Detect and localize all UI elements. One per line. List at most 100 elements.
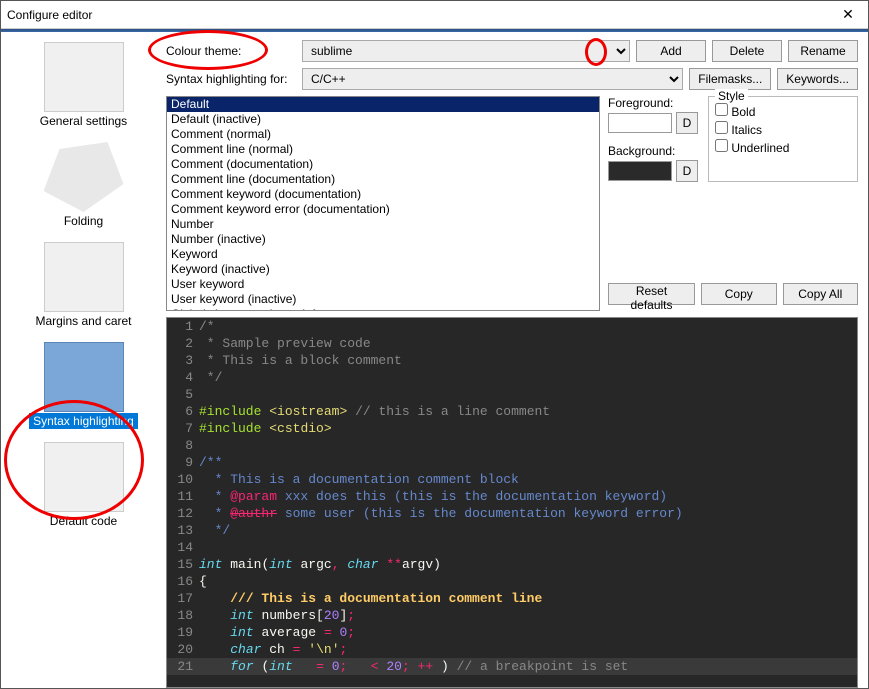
sidebar: General settings Folding Margins and car… xyxy=(1,32,166,688)
colour-theme-select[interactable]: sublime xyxy=(302,40,630,62)
code-line: 6#include <iostream> // this is a line c… xyxy=(167,403,857,420)
line-number: 2 xyxy=(167,335,199,352)
filemasks-button[interactable]: Filemasks... xyxy=(689,68,771,90)
line-number: 13 xyxy=(167,522,199,539)
code-text xyxy=(199,437,857,454)
line-number: 6 xyxy=(167,403,199,420)
fold-icon xyxy=(44,142,124,212)
code-line: 12 * @authr some user (this is the docum… xyxy=(167,505,857,522)
syntax-item[interactable]: User keyword (inactive) xyxy=(167,292,599,307)
line-number: 11 xyxy=(167,488,199,505)
colors-row: Foreground: D Background: D xyxy=(608,96,858,182)
copy-button[interactable]: Copy xyxy=(701,283,777,305)
page-icon xyxy=(44,42,124,112)
code-line: 20 char ch = '\n'; xyxy=(167,641,857,658)
code-line: 3 * This is a block comment xyxy=(167,352,857,369)
line-number: 8 xyxy=(167,437,199,454)
code-text: * @authr some user (this is the document… xyxy=(199,505,857,522)
syntax-item[interactable]: Comment line (normal) xyxy=(167,142,599,157)
style-legend: Style xyxy=(715,89,748,103)
line-number: 21 xyxy=(167,658,199,675)
background-swatch[interactable] xyxy=(608,161,672,181)
syntax-item[interactable]: Comment (normal) xyxy=(167,127,599,142)
line-number: 12 xyxy=(167,505,199,522)
code-text: */ xyxy=(199,369,857,386)
background-box: Background: D xyxy=(608,144,698,182)
mid-row: DefaultDefault (inactive)Comment (normal… xyxy=(166,96,858,311)
keywords-button[interactable]: Keywords... xyxy=(777,68,858,90)
syntax-category-list[interactable]: DefaultDefault (inactive)Comment (normal… xyxy=(166,96,600,311)
code-line: 1/* xyxy=(167,318,857,335)
sidebar-item-label: Default code xyxy=(50,514,117,528)
syntax-item[interactable]: Comment keyword error (documentation) xyxy=(167,202,599,217)
content: General settings Folding Margins and car… xyxy=(1,32,868,688)
sidebar-item-default-code[interactable]: Default code xyxy=(9,438,159,532)
syntax-item[interactable]: User keyword xyxy=(167,277,599,292)
code-text: /// This is a documentation comment line xyxy=(199,590,857,607)
syntax-item[interactable]: Keyword (inactive) xyxy=(167,262,599,277)
syntax-item[interactable]: Global classes and typedefs xyxy=(167,307,599,311)
syntax-item[interactable]: Comment (documentation) xyxy=(167,157,599,172)
underlined-checkbox[interactable]: Underlined xyxy=(715,139,851,155)
background-default-button[interactable]: D xyxy=(676,160,698,182)
line-number: 18 xyxy=(167,607,199,624)
line-number: 9 xyxy=(167,454,199,471)
syntax-item[interactable]: Number xyxy=(167,217,599,232)
reset-defaults-button[interactable]: Reset defaults xyxy=(608,283,695,305)
close-icon[interactable]: ✕ xyxy=(834,5,862,25)
foreground-box: Foreground: D xyxy=(608,96,698,134)
line-number: 19 xyxy=(167,624,199,641)
foreground-default-button[interactable]: D xyxy=(676,112,698,134)
line-number: 5 xyxy=(167,386,199,403)
code-text: #include <iostream> // this is a line co… xyxy=(199,403,857,420)
code-line: 4 */ xyxy=(167,369,857,386)
code-text: /* xyxy=(199,318,857,335)
sidebar-item-folding[interactable]: Folding xyxy=(9,138,159,232)
code-text: * @param xxx does this (this is the docu… xyxy=(199,488,857,505)
code-line: 2 * Sample preview code xyxy=(167,335,857,352)
syntax-item[interactable]: Comment keyword (documentation) xyxy=(167,187,599,202)
code-text: { xyxy=(199,573,857,590)
code-text: int average = 0; xyxy=(199,624,857,641)
style-group: Style Bold Italics Underlined xyxy=(708,96,858,182)
syntax-item[interactable]: Default xyxy=(167,97,599,112)
code-text xyxy=(199,539,857,556)
rename-button[interactable]: Rename xyxy=(788,40,858,62)
foreground-label: Foreground: xyxy=(608,96,698,110)
syntax-item[interactable]: Comment line (documentation) xyxy=(167,172,599,187)
bottom-buttons: Reset defaults Copy Copy All xyxy=(608,283,858,305)
line-number: 15 xyxy=(167,556,199,573)
code-line: 19 int average = 0; xyxy=(167,624,857,641)
sidebar-item-margins-caret[interactable]: Margins and caret xyxy=(9,238,159,332)
code-text: char ch = '\n'; xyxy=(199,641,857,658)
line-number: 14 xyxy=(167,539,199,556)
bold-checkbox[interactable]: Bold xyxy=(715,103,851,119)
sidebar-item-syntax-highlighting[interactable]: Syntax highlighting xyxy=(9,338,159,432)
code-line: 21 for (int = 0; < 20; ++ ) // a breakpo… xyxy=(167,658,857,675)
add-button[interactable]: Add xyxy=(636,40,706,62)
copy-all-button[interactable]: Copy All xyxy=(783,283,859,305)
foreground-swatch[interactable] xyxy=(608,113,672,133)
code-line: 13 */ xyxy=(167,522,857,539)
code-text: /** xyxy=(199,454,857,471)
page-icon xyxy=(44,242,124,312)
main-panel: Colour theme: sublime Add Delete Rename … xyxy=(166,32,868,688)
line-number: 16 xyxy=(167,573,199,590)
code-preview[interactable]: 1/*2 * Sample preview code3 * This is a … xyxy=(166,317,858,688)
sidebar-item-general-settings[interactable]: General settings xyxy=(9,38,159,132)
syntax-for-label: Syntax highlighting for: xyxy=(166,72,296,86)
line-number: 20 xyxy=(167,641,199,658)
colour-theme-label: Colour theme: xyxy=(166,44,296,58)
line-number: 10 xyxy=(167,471,199,488)
delete-button[interactable]: Delete xyxy=(712,40,782,62)
sidebar-item-label: General settings xyxy=(40,114,127,128)
window-title: Configure editor xyxy=(7,8,92,22)
line-number: 3 xyxy=(167,352,199,369)
syntax-for-select[interactable]: C/C++ xyxy=(302,68,683,90)
syntax-item[interactable]: Keyword xyxy=(167,247,599,262)
syntax-item[interactable]: Default (inactive) xyxy=(167,112,599,127)
italics-checkbox[interactable]: Italics xyxy=(715,121,851,137)
code-text: * Sample preview code xyxy=(199,335,857,352)
syntax-item[interactable]: Number (inactive) xyxy=(167,232,599,247)
code-line: 9/** xyxy=(167,454,857,471)
